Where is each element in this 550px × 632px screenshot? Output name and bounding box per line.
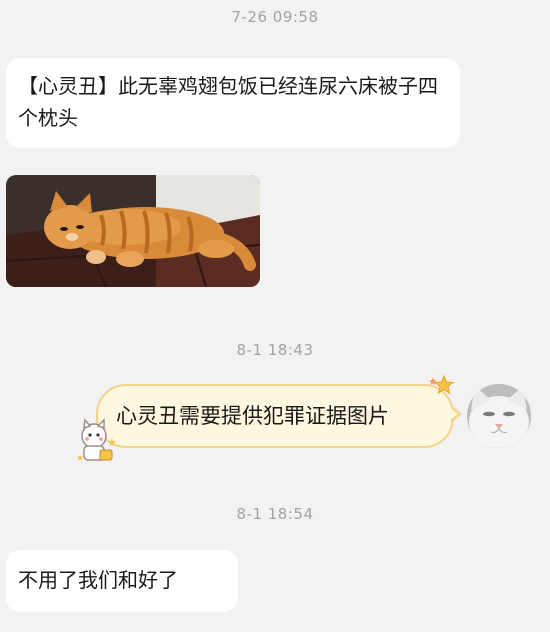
white-cat-face-avatar [467,384,531,448]
message-bubble-incoming[interactable]: 不用了我们和好了 [6,550,238,612]
bubble-tail-inner [449,407,458,421]
orange-tabby-cat-photo [6,175,260,287]
cartoon-cat-sticker-icon [78,418,116,461]
timestamp: 8-1 18:54 [236,505,314,523]
message-text: 心灵丑需要提供犯罪证据图片 [116,404,389,428]
timestamp: 8-1 18:43 [236,341,314,359]
message-bubble-outgoing[interactable]: 心灵丑需要提供犯罪证据图片 [96,384,454,448]
sparkle-stars-icon [429,374,455,395]
message-image[interactable] [6,175,260,287]
message-text: 不用了我们和好了 [18,568,178,592]
timestamp: 7-26 09:58 [231,8,319,26]
avatar[interactable] [467,384,531,448]
message-bubble-incoming[interactable]: 【心灵丑】此无辜鸡翅包饭已经连尿六床被子四个枕头 [6,58,460,148]
message-text: 【心灵丑】此无辜鸡翅包饭已经连尿六床被子四个枕头 [18,74,438,130]
